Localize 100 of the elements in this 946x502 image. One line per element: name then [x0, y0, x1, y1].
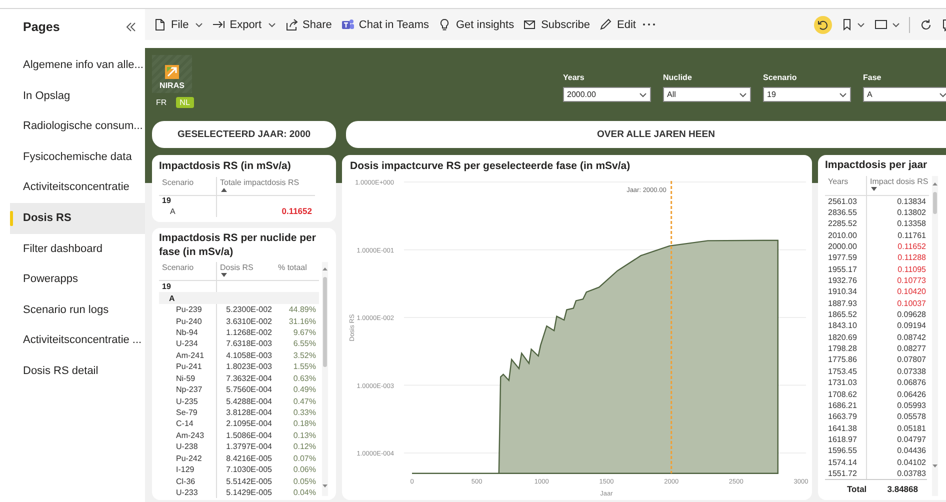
logo-text: NIRAS	[160, 81, 184, 90]
chevron-down-icon	[739, 90, 747, 98]
table-cell-text: 0.13802	[896, 207, 927, 218]
page-item[interactable]: Filter dashboard	[10, 234, 145, 264]
scroll-down-icon[interactable]	[932, 464, 938, 468]
table-cell-text: 0.33%	[292, 407, 317, 418]
table-cell-text: 1.3797E-004	[225, 441, 273, 453]
scrollbar-thumb[interactable]	[933, 192, 937, 214]
undo-icon[interactable]	[814, 16, 832, 34]
table-cell-text: 0.63%	[292, 372, 317, 384]
scrollbar-thumb[interactable]	[323, 277, 327, 367]
language-toggle[interactable]: FR	[152, 97, 171, 108]
toolbar-button[interactable]: Subscribe	[520, 15, 594, 34]
table-cell-text: 0.05993	[896, 400, 927, 412]
page-item[interactable]: Algemene info van alle...	[10, 50, 145, 81]
slicer-label: Scenario	[763, 73, 798, 82]
table-cell-text: 0.09628	[896, 309, 927, 320]
page-item[interactable]: Fysicochemische data	[10, 142, 145, 172]
table-cell-text: 0.11095	[896, 264, 927, 275]
chevron-down-icon	[857, 20, 865, 28]
table-cell: A	[159, 206, 217, 216]
table-cell: Ni-59	[159, 372, 217, 384]
chevron-down-icon	[939, 90, 946, 98]
dropdown[interactable]: 19	[763, 87, 851, 102]
slicer-label: Nuclide	[663, 73, 693, 82]
scroll-down-icon[interactable]	[322, 484, 328, 488]
chevron-down-icon	[892, 20, 900, 28]
table-cell: 1955.17	[825, 264, 867, 275]
dropdown[interactable]: 2000.00	[563, 87, 651, 102]
table-cell-text: 0.04102	[896, 456, 927, 468]
toolbar-button[interactable]: Share	[282, 15, 335, 34]
refresh-icon[interactable]	[919, 18, 933, 32]
scrollbar[interactable]	[932, 176, 938, 496]
table-cell-text: 44.89%	[288, 304, 317, 316]
toolbar-button[interactable]: Export	[208, 15, 279, 34]
column-header[interactable]: Impact dosis RS	[870, 176, 926, 186]
table-cell: 2000.00	[825, 240, 867, 252]
page-item[interactable]: Activiteitsconcentratie	[10, 172, 145, 203]
table-cell: Np-237	[159, 384, 217, 396]
table-cell-text: 9.67%	[292, 326, 317, 338]
toolbar-button[interactable]: Get insights	[435, 15, 518, 34]
table-cell-text: 0.04797	[896, 434, 927, 446]
table-cell-text: 5.4288E-004	[225, 396, 273, 407]
page-item[interactable]: Powerapps	[10, 264, 145, 295]
table-cell: Am-243	[159, 430, 217, 442]
column-header[interactable]: Scenario	[162, 178, 213, 186]
column-header[interactable]: % totaal	[278, 263, 316, 272]
page-item[interactable]: Activiteitsconcentratie ...	[10, 325, 145, 356]
table-cell-text: 0.04436	[896, 445, 927, 456]
table-cell: 1596.55	[825, 445, 867, 456]
scrollbar[interactable]	[322, 262, 328, 496]
window-icon[interactable]	[874, 18, 888, 31]
table-cell-text: 1.8023E-003	[225, 361, 273, 372]
page-item[interactable]: Radiologische consum...	[10, 111, 145, 142]
table-cell: Pu-241	[159, 361, 217, 372]
scroll-up-icon[interactable]	[322, 267, 328, 271]
table-cell: 2836.55	[825, 206, 867, 218]
table-cell: 3.84868	[887, 484, 918, 494]
toolbar-button[interactable]: File	[150, 15, 206, 34]
scroll-up-icon[interactable]	[932, 182, 938, 186]
table-cell-text: 7.6318E-003	[225, 338, 273, 350]
table-cell: U-234	[159, 338, 217, 350]
column-header[interactable]: Scenario	[162, 263, 213, 272]
column-header[interactable]: Dosis RS	[220, 263, 272, 272]
table-cell-text: 0.06426	[896, 388, 927, 400]
page-item[interactable]: In Opslag	[10, 80, 145, 112]
collapse-icon[interactable]	[125, 21, 137, 33]
column-header[interactable]: Years	[828, 176, 863, 186]
table-cell: C-14	[159, 418, 217, 430]
bookmark-icon[interactable]	[841, 18, 853, 31]
table-cell-text: 3.52%	[292, 350, 317, 362]
table-cell: Pu-240	[159, 315, 217, 327]
table-cell-text: 3.8128E-004	[225, 407, 273, 418]
table-cell-text: 0.04%	[292, 487, 317, 498]
card-title: Impactdosis per jaar	[825, 159, 928, 172]
dropdown[interactable]: All	[663, 87, 751, 102]
table-cell-text: 0.13%	[292, 430, 317, 442]
page-item[interactable]: Scenario run logs	[10, 294, 145, 326]
toolbar-button[interactable]: Edit	[596, 15, 639, 34]
table-cell-text: 1.5086E-004	[225, 430, 273, 442]
table-cell: 19	[159, 196, 217, 206]
table-cell-text: 5.7560E-004	[225, 384, 273, 396]
chevron-down-icon	[839, 90, 847, 98]
nav-button[interactable]: GESELECTEERD JAAR: 2000	[152, 121, 336, 148]
column-header[interactable]: Totale impactdosis RS	[220, 178, 312, 186]
toolbar-button[interactable]: Chat in Teams	[338, 15, 432, 34]
table-cell: 1731.03	[825, 377, 867, 388]
dropdown[interactable]: A	[863, 87, 946, 102]
page-item[interactable]: Dosis RS detail	[10, 356, 145, 387]
table-cell-text: 0.49%	[292, 384, 317, 396]
table-cell-text: 0.05181	[896, 422, 927, 434]
table-cell-text: 0.06876	[896, 377, 927, 388]
table-cell: 1551.72	[825, 468, 867, 480]
table-cell-text: 0.03783	[896, 468, 927, 480]
nav-button[interactable]: OVER ALLE JAREN HEEN	[346, 121, 946, 148]
table-cell: Pu-242	[159, 452, 217, 464]
table-cell: Se-79	[159, 406, 217, 418]
page-item[interactable]: Dosis RS	[10, 202, 145, 234]
table-cell-text: 31.16%	[288, 316, 317, 327]
chart-title: Dosis impactcurve RS per geselecteerde fase (in mSv/a)	[349, 159, 632, 174]
